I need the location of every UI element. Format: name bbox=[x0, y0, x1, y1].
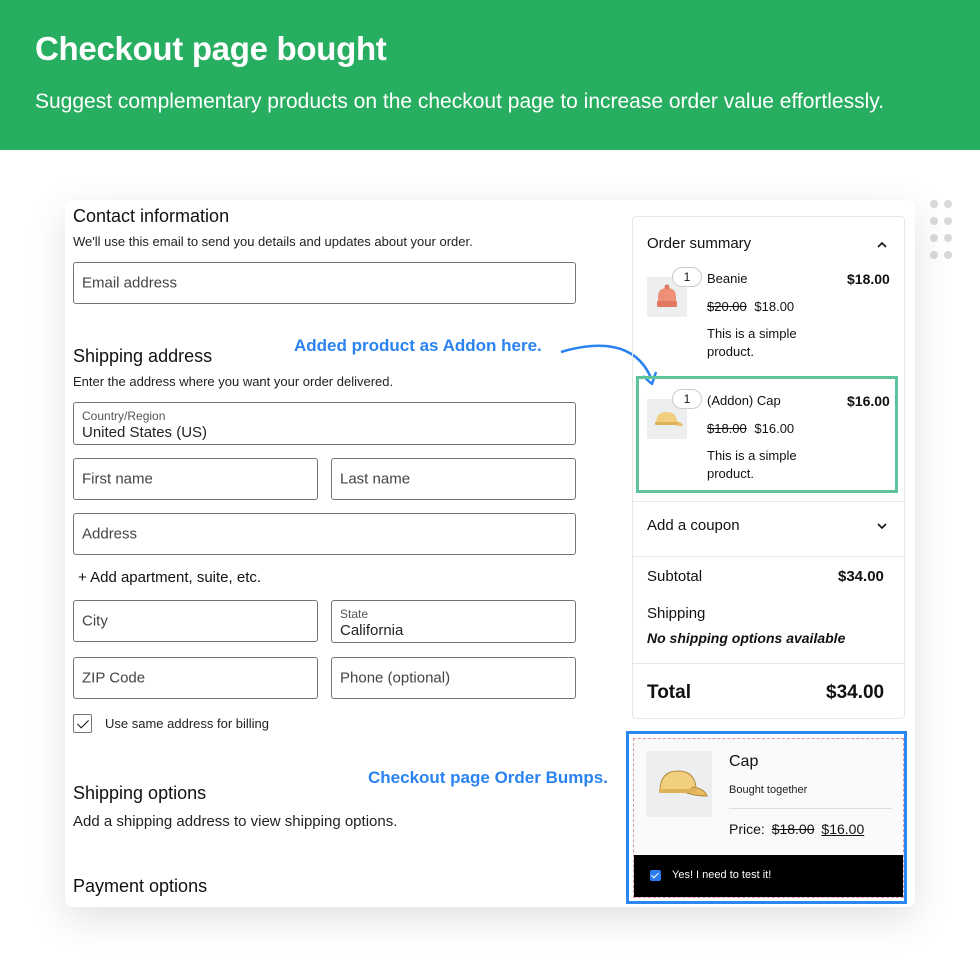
contact-heading: Contact information bbox=[73, 206, 230, 226]
country-label: Country/Region bbox=[82, 409, 166, 423]
contact-description: We'll use this email to send you details… bbox=[73, 234, 473, 249]
first-name-field[interactable]: First name bbox=[73, 458, 318, 500]
order-summary-heading: Order summary bbox=[647, 235, 752, 252]
add-apartment-link[interactable]: + Add apartment, suite, etc. bbox=[78, 569, 261, 586]
shipping-address-description: Enter the address where you want your or… bbox=[73, 374, 394, 389]
payment-options-heading: Payment options bbox=[73, 876, 208, 896]
coupon-toggle[interactable]: Add a coupon bbox=[647, 517, 740, 534]
subtotal-value: $34.00 bbox=[838, 568, 884, 585]
phone-placeholder: Phone (optional) bbox=[340, 669, 451, 687]
shipping-options-description: Add a shipping address to view shipping … bbox=[73, 813, 398, 830]
same-billing-checkbox[interactable] bbox=[73, 714, 92, 733]
last-name-placeholder: Last name bbox=[340, 470, 411, 488]
shipping-options-heading: Shipping options bbox=[73, 783, 207, 803]
zip-placeholder: ZIP Code bbox=[82, 669, 146, 687]
address-placeholder: Address bbox=[82, 525, 138, 543]
item-qty-badge: 1 bbox=[672, 267, 702, 287]
same-billing-label: Use same address for billing bbox=[105, 716, 270, 731]
item-line-total: $18.00 bbox=[847, 271, 890, 287]
divider bbox=[633, 663, 904, 664]
city-field[interactable]: City bbox=[73, 600, 318, 642]
chevron-down-icon[interactable] bbox=[876, 522, 888, 530]
order-bump-highlight-frame bbox=[626, 731, 907, 904]
country-value: United States (US) bbox=[82, 424, 208, 441]
banner-subtitle: Suggest complementary products on the ch… bbox=[35, 90, 885, 113]
email-field[interactable]: Email address bbox=[73, 262, 576, 304]
last-name-field[interactable]: Last name bbox=[331, 458, 576, 500]
city-placeholder: City bbox=[82, 612, 108, 630]
state-select[interactable]: State California bbox=[331, 600, 576, 643]
phone-field[interactable]: Phone (optional) bbox=[331, 657, 576, 699]
item-price-row: $20.00 $18.00 bbox=[707, 299, 794, 314]
item-description-cont: product. bbox=[707, 344, 754, 359]
address-field[interactable]: Address bbox=[73, 513, 576, 555]
item-sale-price: $18.00 bbox=[754, 299, 795, 314]
banner-title: Checkout page bought bbox=[35, 30, 387, 67]
state-value: California bbox=[340, 622, 404, 639]
order-bumps-annotation: Checkout page Order Bumps. bbox=[368, 768, 608, 787]
addon-highlight-frame bbox=[636, 376, 898, 493]
addon-annotation: Added product as Addon here. bbox=[294, 336, 542, 355]
email-placeholder: Email address bbox=[82, 274, 178, 292]
chevron-up-icon[interactable] bbox=[876, 240, 888, 248]
checkout-card: Contact information We'll use this email… bbox=[65, 200, 915, 907]
state-label: State bbox=[340, 607, 369, 621]
total-label: Total bbox=[647, 682, 691, 703]
subtotal-label: Subtotal bbox=[647, 568, 703, 585]
first-name-placeholder: First name bbox=[82, 470, 153, 488]
shipping-address-heading: Shipping address bbox=[73, 346, 213, 366]
country-select[interactable]: Country/Region United States (US) bbox=[73, 402, 576, 445]
item-name: Beanie bbox=[707, 271, 748, 286]
shipping-note: No shipping options available bbox=[647, 630, 846, 646]
shipping-label: Shipping bbox=[647, 605, 706, 622]
divider bbox=[633, 501, 904, 502]
total-value: $34.00 bbox=[826, 682, 885, 703]
item-description: This is a simple bbox=[707, 326, 797, 341]
decorative-dots bbox=[930, 200, 952, 268]
zip-code-field[interactable]: ZIP Code bbox=[73, 657, 318, 699]
hero-banner: Checkout page bought Suggest complementa… bbox=[0, 0, 980, 150]
divider bbox=[633, 556, 904, 557]
item-regular-price: $20.00 bbox=[707, 299, 747, 314]
